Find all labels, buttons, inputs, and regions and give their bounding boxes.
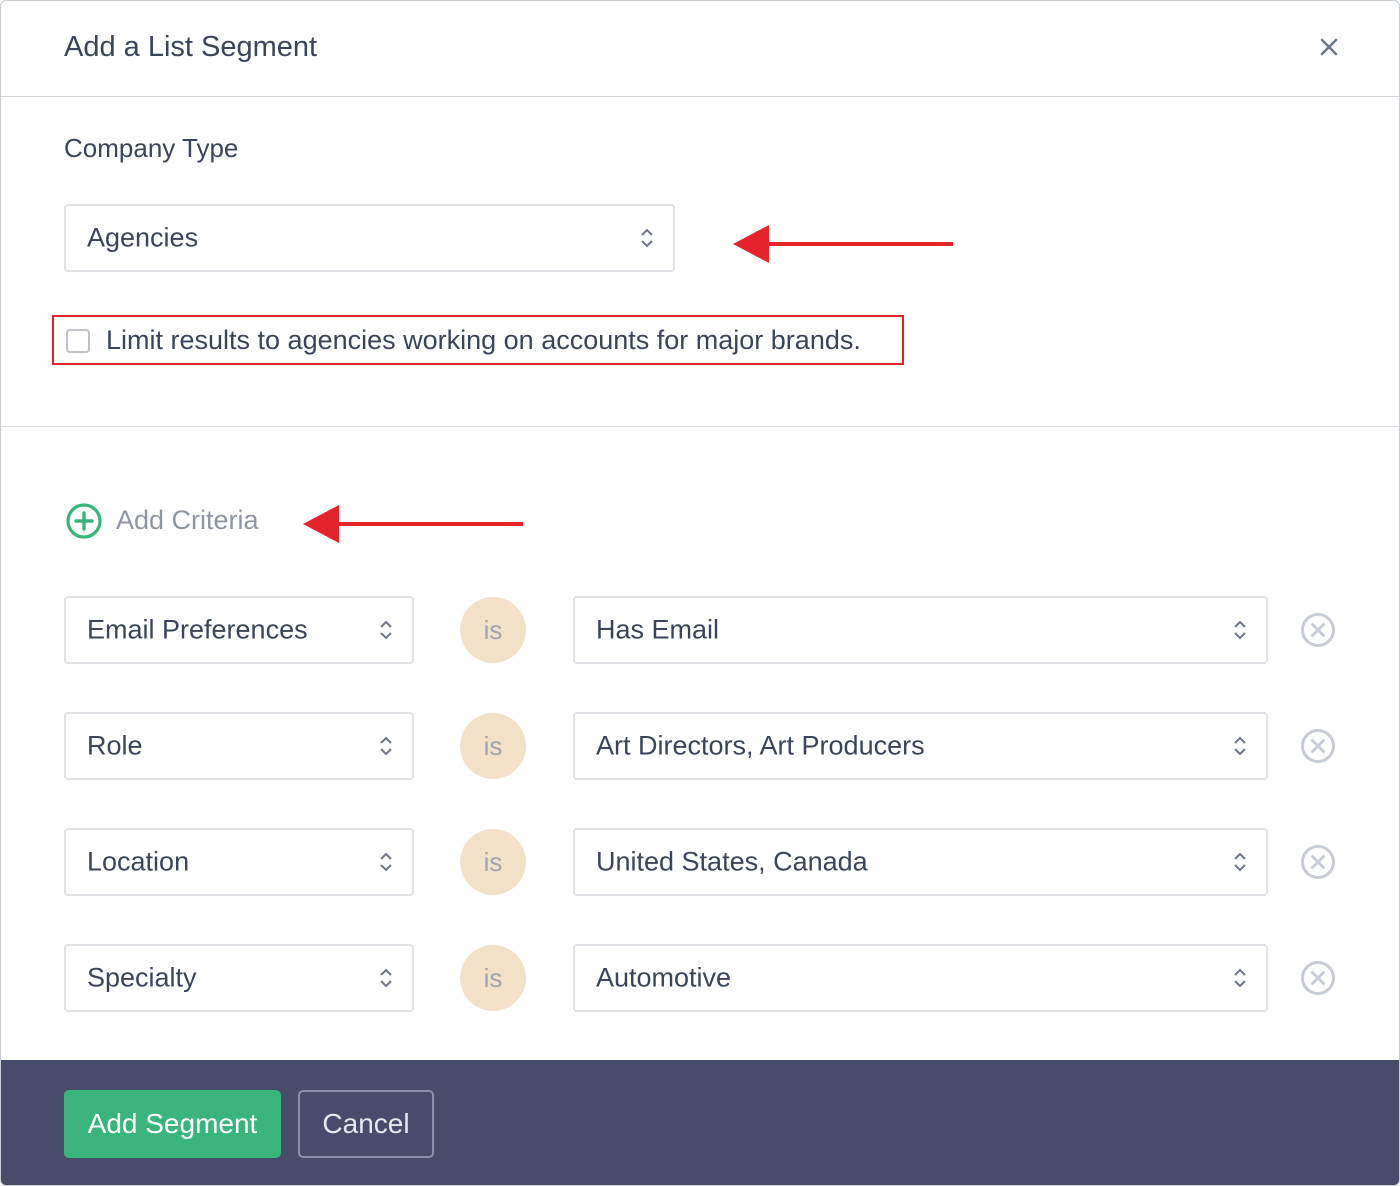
criteria-value: United States, Canada	[596, 846, 868, 877]
add-segment-button[interactable]: Add Segment	[64, 1090, 281, 1158]
operator-badge: is	[460, 597, 526, 663]
criteria-value-select[interactable]: Automotive	[573, 944, 1268, 1012]
operator-badge: is	[460, 829, 526, 895]
remove-criteria-icon[interactable]	[1300, 960, 1336, 996]
criteria-value-select[interactable]: Has Email	[573, 596, 1268, 664]
operator-badge: is	[460, 713, 526, 779]
criteria-field-value: Location	[87, 846, 190, 877]
remove-criteria-icon[interactable]	[1300, 844, 1336, 880]
select-chevron-icon	[1234, 852, 1246, 872]
close-icon[interactable]	[1313, 31, 1345, 63]
criteria-value: Art Directors, Art Producers	[596, 730, 925, 761]
criteria-field-select[interactable]: Email Preferences	[64, 596, 414, 664]
select-chevron-icon	[1234, 968, 1246, 988]
select-chevron-icon	[380, 968, 392, 988]
criteria-field-value: Email Preferences	[87, 614, 308, 645]
annotation-arrow-icon	[303, 505, 523, 543]
operator-badge: is	[460, 945, 526, 1011]
criteria-field-select[interactable]: Specialty	[64, 944, 414, 1012]
criteria-field-value: Specialty	[87, 962, 197, 993]
criteria-field-select[interactable]: Location	[64, 828, 414, 896]
add-list-segment-modal: Add a List Segment Company Type Agencies…	[0, 0, 1400, 1186]
cancel-button[interactable]: Cancel	[298, 1090, 434, 1158]
plus-circle-icon	[66, 503, 102, 539]
criteria-field-select[interactable]: Role	[64, 712, 414, 780]
limit-major-brands-label[interactable]: Limit results to agencies working on acc…	[106, 325, 861, 356]
remove-criteria-icon[interactable]	[1300, 612, 1336, 648]
company-type-value: Agencies	[87, 222, 199, 253]
criteria-row: Role is Art Directors, Art Producers	[1, 712, 1399, 780]
criteria-value: Has Email	[596, 614, 720, 645]
annotation-arrow-icon	[733, 225, 953, 263]
select-chevron-icon	[380, 736, 392, 756]
select-chevron-icon	[380, 620, 392, 640]
select-chevron-icon	[1234, 620, 1246, 640]
select-chevron-icon	[1234, 736, 1246, 756]
modal-title: Add a List Segment	[64, 31, 318, 63]
add-criteria-label: Add Criteria	[116, 505, 259, 535]
select-chevron-icon	[641, 228, 653, 248]
criteria-row: Email Preferences is Has Email	[1, 596, 1399, 664]
company-type-label: Company Type	[64, 133, 239, 163]
criteria-value-select[interactable]: United States, Canada	[573, 828, 1268, 896]
modal-header: Add a List Segment	[1, 1, 1399, 97]
company-type-select[interactable]: Agencies	[64, 204, 675, 272]
company-type-section: Company Type Agencies Limit results to a…	[1, 97, 1399, 427]
remove-criteria-icon[interactable]	[1300, 728, 1336, 764]
criteria-field-value: Role	[87, 730, 143, 761]
modal-footer: Add Segment Cancel	[1, 1060, 1399, 1185]
limit-major-brands-checkbox[interactable]	[66, 329, 90, 353]
criteria-value-select[interactable]: Art Directors, Art Producers	[573, 712, 1268, 780]
criteria-row: Location is United States, Canada	[1, 828, 1399, 896]
criteria-value: Automotive	[596, 962, 732, 993]
select-chevron-icon	[380, 852, 392, 872]
criteria-row: Specialty is Automotive	[1, 944, 1399, 1012]
